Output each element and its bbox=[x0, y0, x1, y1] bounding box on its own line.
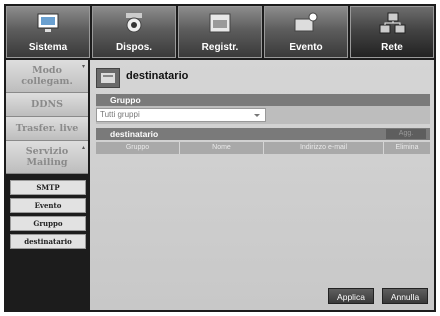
network-settings-window: Sistema Dispos. Registr. Evento Rete ▾ M… bbox=[4, 4, 436, 312]
recipients-table-header: Gruppo Nome Indirizzo e-mail Elimina bbox=[96, 142, 430, 154]
tab-registr[interactable]: Registr. bbox=[178, 6, 262, 58]
col-nome: Nome bbox=[180, 142, 264, 154]
subitem-evento[interactable]: Evento bbox=[10, 198, 86, 213]
camera-icon bbox=[126, 13, 142, 33]
expand-marker-icon: ▾ bbox=[81, 63, 85, 70]
tab-label: Registr. bbox=[201, 42, 239, 53]
nav-item-servizio-mailing[interactable]: ▴ Servizio Mailing bbox=[6, 141, 88, 174]
nav-item-modo-collegam[interactable]: ▾ Modo collegam. bbox=[6, 60, 88, 93]
tab-sistema[interactable]: Sistema bbox=[6, 6, 90, 58]
nav-item-label: Servizio Mailing bbox=[25, 146, 69, 168]
col-indirizzo-email: Indirizzo e-mail bbox=[264, 142, 384, 154]
cancel-button[interactable]: Annulla bbox=[382, 288, 428, 304]
main-panel: destinatario Gruppo Tutti gruppi destina… bbox=[90, 60, 434, 310]
monitor-icon bbox=[37, 13, 59, 32]
tab-label: Dispos. bbox=[115, 42, 153, 53]
subitem-destinatario[interactable]: destinatario bbox=[10, 234, 86, 249]
page-icon-graphic bbox=[101, 73, 115, 83]
subitem-smtp[interactable]: SMTP bbox=[10, 180, 86, 195]
tab-label: Evento bbox=[289, 42, 323, 53]
tab-dispos[interactable]: Dispos. bbox=[92, 6, 176, 58]
subitem-gruppo[interactable]: Gruppo bbox=[10, 216, 86, 231]
network-icon bbox=[379, 12, 406, 34]
nav-item-label: Modo collegam. bbox=[21, 65, 73, 87]
chevron-down-icon bbox=[254, 114, 260, 117]
tab-evento[interactable]: Evento bbox=[264, 6, 348, 58]
expand-marker-icon: ▴ bbox=[81, 144, 85, 151]
recipients-section-header: destinatario bbox=[96, 128, 430, 140]
gruppo-section-header: Gruppo bbox=[96, 94, 430, 106]
nav-item-label: Trasfer. live bbox=[15, 123, 79, 134]
left-navigation: ▾ Modo collegam. DDNS Trasfer. live ▴ Se… bbox=[6, 60, 88, 310]
screen-frame: Sistema Dispos. Registr. Evento Rete ▾ M… bbox=[0, 0, 440, 316]
top-menu-tabs: Sistema Dispos. Registr. Evento Rete bbox=[6, 6, 434, 60]
tab-label: Sistema bbox=[28, 42, 68, 53]
subitem-label: Evento bbox=[34, 201, 62, 210]
nav-item-label: DDNS bbox=[30, 99, 64, 110]
record-icon bbox=[209, 13, 231, 33]
col-gruppo: Gruppo bbox=[96, 142, 180, 154]
nav-item-trasfer-live[interactable]: Trasfer. live bbox=[6, 117, 88, 141]
col-elimina: Elimina bbox=[395, 144, 419, 151]
subitem-label: SMTP bbox=[36, 183, 60, 192]
apply-button[interactable]: Applica bbox=[328, 288, 374, 304]
event-icon bbox=[294, 12, 318, 32]
page-title: destinatario bbox=[126, 70, 189, 82]
tab-label: Rete bbox=[381, 42, 403, 53]
gruppo-select[interactable]: Tutti gruppi bbox=[96, 108, 266, 122]
subitem-label: destinatario bbox=[24, 237, 72, 246]
add-recipient-button[interactable]: Agg. bbox=[386, 129, 426, 139]
subitem-label: Gruppo bbox=[33, 219, 63, 228]
recipient-icon bbox=[96, 68, 120, 88]
tab-rete[interactable]: Rete bbox=[350, 6, 434, 58]
gruppo-select-value: Tutti gruppi bbox=[100, 110, 140, 119]
nav-item-ddns[interactable]: DDNS bbox=[6, 93, 88, 117]
